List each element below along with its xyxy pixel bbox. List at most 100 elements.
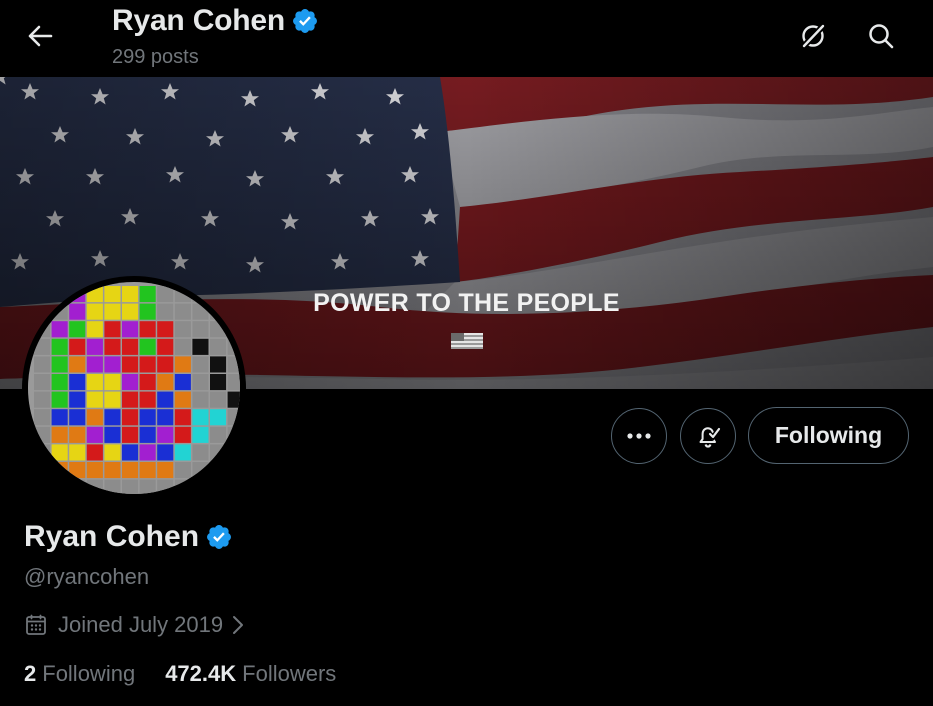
tetris-block — [69, 303, 86, 320]
tetris-block — [122, 356, 139, 373]
tetris-block — [227, 409, 240, 426]
tetris-block — [122, 338, 139, 355]
tetris-block — [227, 391, 240, 408]
followers-label: Followers — [242, 661, 337, 686]
tetris-block — [69, 356, 86, 373]
profile-header: Ryan Cohen 299 posts — [0, 0, 933, 77]
tetris-block — [104, 444, 121, 461]
tetris-block — [157, 286, 174, 303]
header-name: Ryan Cohen — [112, 4, 286, 37]
tetris-block — [86, 374, 103, 391]
tetris-block — [122, 374, 139, 391]
tetris-block — [122, 426, 139, 443]
tetris-block — [122, 462, 139, 479]
tetris-block — [139, 321, 156, 338]
search-icon — [869, 24, 894, 49]
tetris-block — [227, 444, 240, 461]
tetris-block — [51, 356, 68, 373]
tetris-block — [69, 321, 86, 338]
tetris-block — [157, 321, 174, 338]
tetris-block — [174, 479, 191, 494]
tetris-block — [157, 462, 174, 479]
header-title: Ryan Cohen — [112, 4, 319, 38]
tetris-block — [104, 321, 121, 338]
tetris-block — [174, 338, 191, 355]
tetris-block — [69, 409, 86, 426]
tetris-block — [227, 479, 240, 494]
tetris-block — [86, 391, 103, 408]
tetris-block — [51, 321, 68, 338]
tetris-block — [51, 426, 68, 443]
search-button[interactable] — [861, 16, 901, 56]
tetris-block — [139, 462, 156, 479]
tetris-block — [34, 462, 51, 479]
tetris-block — [86, 479, 103, 494]
calendar-icon — [24, 613, 48, 637]
back-button[interactable] — [20, 18, 60, 54]
tetris-block — [139, 303, 156, 320]
tetris-block — [86, 286, 103, 303]
grok-icon — [800, 22, 827, 50]
tetris-block — [192, 462, 209, 479]
tetris-block — [157, 391, 174, 408]
tetris-block — [34, 374, 51, 391]
tetris-block — [174, 462, 191, 479]
verified-badge-icon[interactable] — [205, 523, 233, 551]
tetris-block — [104, 462, 121, 479]
following-stat-link[interactable]: 2 Following — [24, 661, 135, 687]
profile-avatar[interactable] — [22, 276, 246, 500]
tetris-block — [104, 426, 121, 443]
profile-name-row: Ryan Cohen — [24, 520, 233, 554]
tetris-block — [51, 462, 68, 479]
tetris-block — [69, 479, 86, 494]
tetris-block — [122, 321, 139, 338]
tetris-block — [192, 356, 209, 373]
tetris-block — [157, 338, 174, 355]
tetris-block — [139, 286, 156, 303]
followers-count: 472.4K — [165, 661, 237, 686]
tetris-block — [210, 321, 227, 338]
tetris-block — [104, 374, 121, 391]
tetris-block — [174, 303, 191, 320]
tetris-block — [51, 479, 68, 494]
tetris-block — [192, 321, 209, 338]
notifications-button[interactable] — [680, 408, 736, 464]
tetris-block — [139, 391, 156, 408]
tetris-block — [34, 391, 51, 408]
tetris-block — [157, 374, 174, 391]
tetris-block — [86, 462, 103, 479]
tetris-block — [34, 479, 51, 494]
tetris-block — [227, 426, 240, 443]
tetris-block — [227, 356, 240, 373]
tetris-block — [34, 338, 51, 355]
tetris-block — [139, 356, 156, 373]
bell-check-icon — [699, 427, 721, 448]
profile-handle: @ryancohen — [24, 564, 150, 589]
tetris-block — [139, 444, 156, 461]
joined-date[interactable]: Joined July 2019 — [24, 612, 245, 638]
tetris-block — [192, 303, 209, 320]
tetris-block — [51, 338, 68, 355]
tetris-block — [192, 479, 209, 494]
tetris-block — [122, 391, 139, 408]
tetris-block — [104, 356, 121, 373]
tetris-block — [192, 374, 209, 391]
more-options-button[interactable] — [611, 408, 667, 464]
tetris-block — [192, 391, 209, 408]
tetris-block — [192, 444, 209, 461]
tetris-block — [192, 409, 209, 426]
following-label: Following — [42, 661, 136, 686]
tetris-block — [104, 409, 121, 426]
tetris-block — [174, 391, 191, 408]
tetris-block — [34, 426, 51, 443]
tetris-block — [51, 391, 68, 408]
tetris-block — [86, 426, 103, 443]
tetris-block — [210, 338, 227, 355]
grok-button[interactable] — [793, 16, 833, 56]
tetris-block — [157, 409, 174, 426]
following-button[interactable]: Following — [748, 407, 909, 464]
followers-stat-link[interactable]: 472.4K Followers — [165, 661, 336, 687]
follow-stats: 2 Following 472.4K Followers — [24, 661, 366, 687]
tetris-block — [51, 374, 68, 391]
tetris-block — [34, 409, 51, 426]
